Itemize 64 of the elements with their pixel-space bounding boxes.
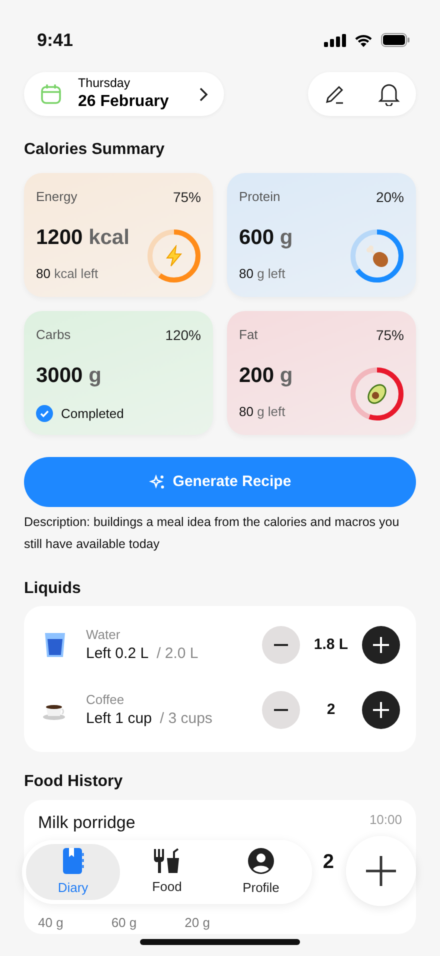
check-circle-icon xyxy=(36,404,53,422)
macro-value: 200 g xyxy=(239,363,294,390)
calendar-icon xyxy=(40,83,62,105)
description-text: Description: buildings a meal idea from the calories and macros you still have available today xyxy=(24,514,400,554)
food-name: Milk porridge xyxy=(38,812,136,834)
liquid-name: Coffee xyxy=(86,692,126,710)
food-calories: 2 xyxy=(322,850,334,876)
plus-icon xyxy=(373,637,389,654)
macro-value: 3000 g xyxy=(36,363,102,390)
minus-icon xyxy=(274,709,288,712)
tab[interactable]: Food xyxy=(120,844,214,900)
fork-cup-icon xyxy=(153,848,181,874)
status-text: Completed xyxy=(61,404,124,423)
glass-icon xyxy=(44,631,66,660)
liquid-name: Water xyxy=(86,627,122,644)
section-title: Calories Summary xyxy=(24,140,166,160)
bell-icon xyxy=(378,82,400,106)
remaining-text: 80 g left xyxy=(239,264,286,283)
macro-name: Carbs xyxy=(36,326,71,344)
section-title: Liquids xyxy=(24,579,82,598)
macro-name: Protein xyxy=(239,188,280,206)
liquid-amount: 1.8 L xyxy=(312,635,350,656)
macro-percent: 75% xyxy=(172,188,201,208)
lightning-icon xyxy=(164,245,184,268)
date-text: 26 February xyxy=(78,92,169,112)
macro-name: Fat xyxy=(239,326,258,344)
battery-icon xyxy=(381,33,410,47)
macro-amount: 60 g xyxy=(111,914,137,932)
weekday-text: Thursday xyxy=(78,76,130,92)
chevron-right-icon xyxy=(199,86,208,102)
minus-icon xyxy=(274,644,288,646)
macro-percent: 20% xyxy=(376,188,404,208)
plus-icon xyxy=(366,856,396,886)
macro-value: 600 g xyxy=(239,225,294,252)
remaining-text: 80 g left xyxy=(239,402,286,421)
notifications-button[interactable] xyxy=(378,82,400,106)
profile-icon xyxy=(247,846,275,875)
remaining-amount: Left 0.2 L xyxy=(86,644,149,664)
pencil-icon xyxy=(324,83,346,105)
status-time: 9:41 xyxy=(37,28,74,52)
remaining-amount: Left 1 cup xyxy=(86,709,152,729)
tab[interactable]: Profile xyxy=(214,844,308,900)
drumstick-icon xyxy=(364,243,390,270)
goal-amount: / 3 cups xyxy=(160,709,212,729)
sparkle-icon xyxy=(148,474,165,490)
food-time: 10:00 xyxy=(369,810,402,829)
macro-name: Energy xyxy=(36,188,78,206)
increase-button[interactable] xyxy=(362,626,400,664)
macro-percent: 75% xyxy=(376,326,404,346)
plus-icon xyxy=(373,702,389,718)
goal-amount: / 2.0 L xyxy=(156,644,198,664)
edit-button[interactable] xyxy=(324,83,346,105)
remaining-text: 80 kcal left xyxy=(36,264,100,283)
wifi-icon xyxy=(354,33,373,47)
date-picker[interactable]: Thursday 26 February xyxy=(24,72,224,116)
section-title: Food History xyxy=(24,772,124,792)
book-icon xyxy=(61,846,85,875)
signal-icon xyxy=(324,34,346,46)
increase-button[interactable] xyxy=(362,691,400,730)
macro-amount: 20 g xyxy=(184,914,210,932)
liquid-amount: 2 xyxy=(326,700,336,720)
macro-percent: 120% xyxy=(165,326,201,346)
macro-value: 1200 kcal xyxy=(36,225,130,252)
macro-amount: 40 g xyxy=(38,914,64,932)
